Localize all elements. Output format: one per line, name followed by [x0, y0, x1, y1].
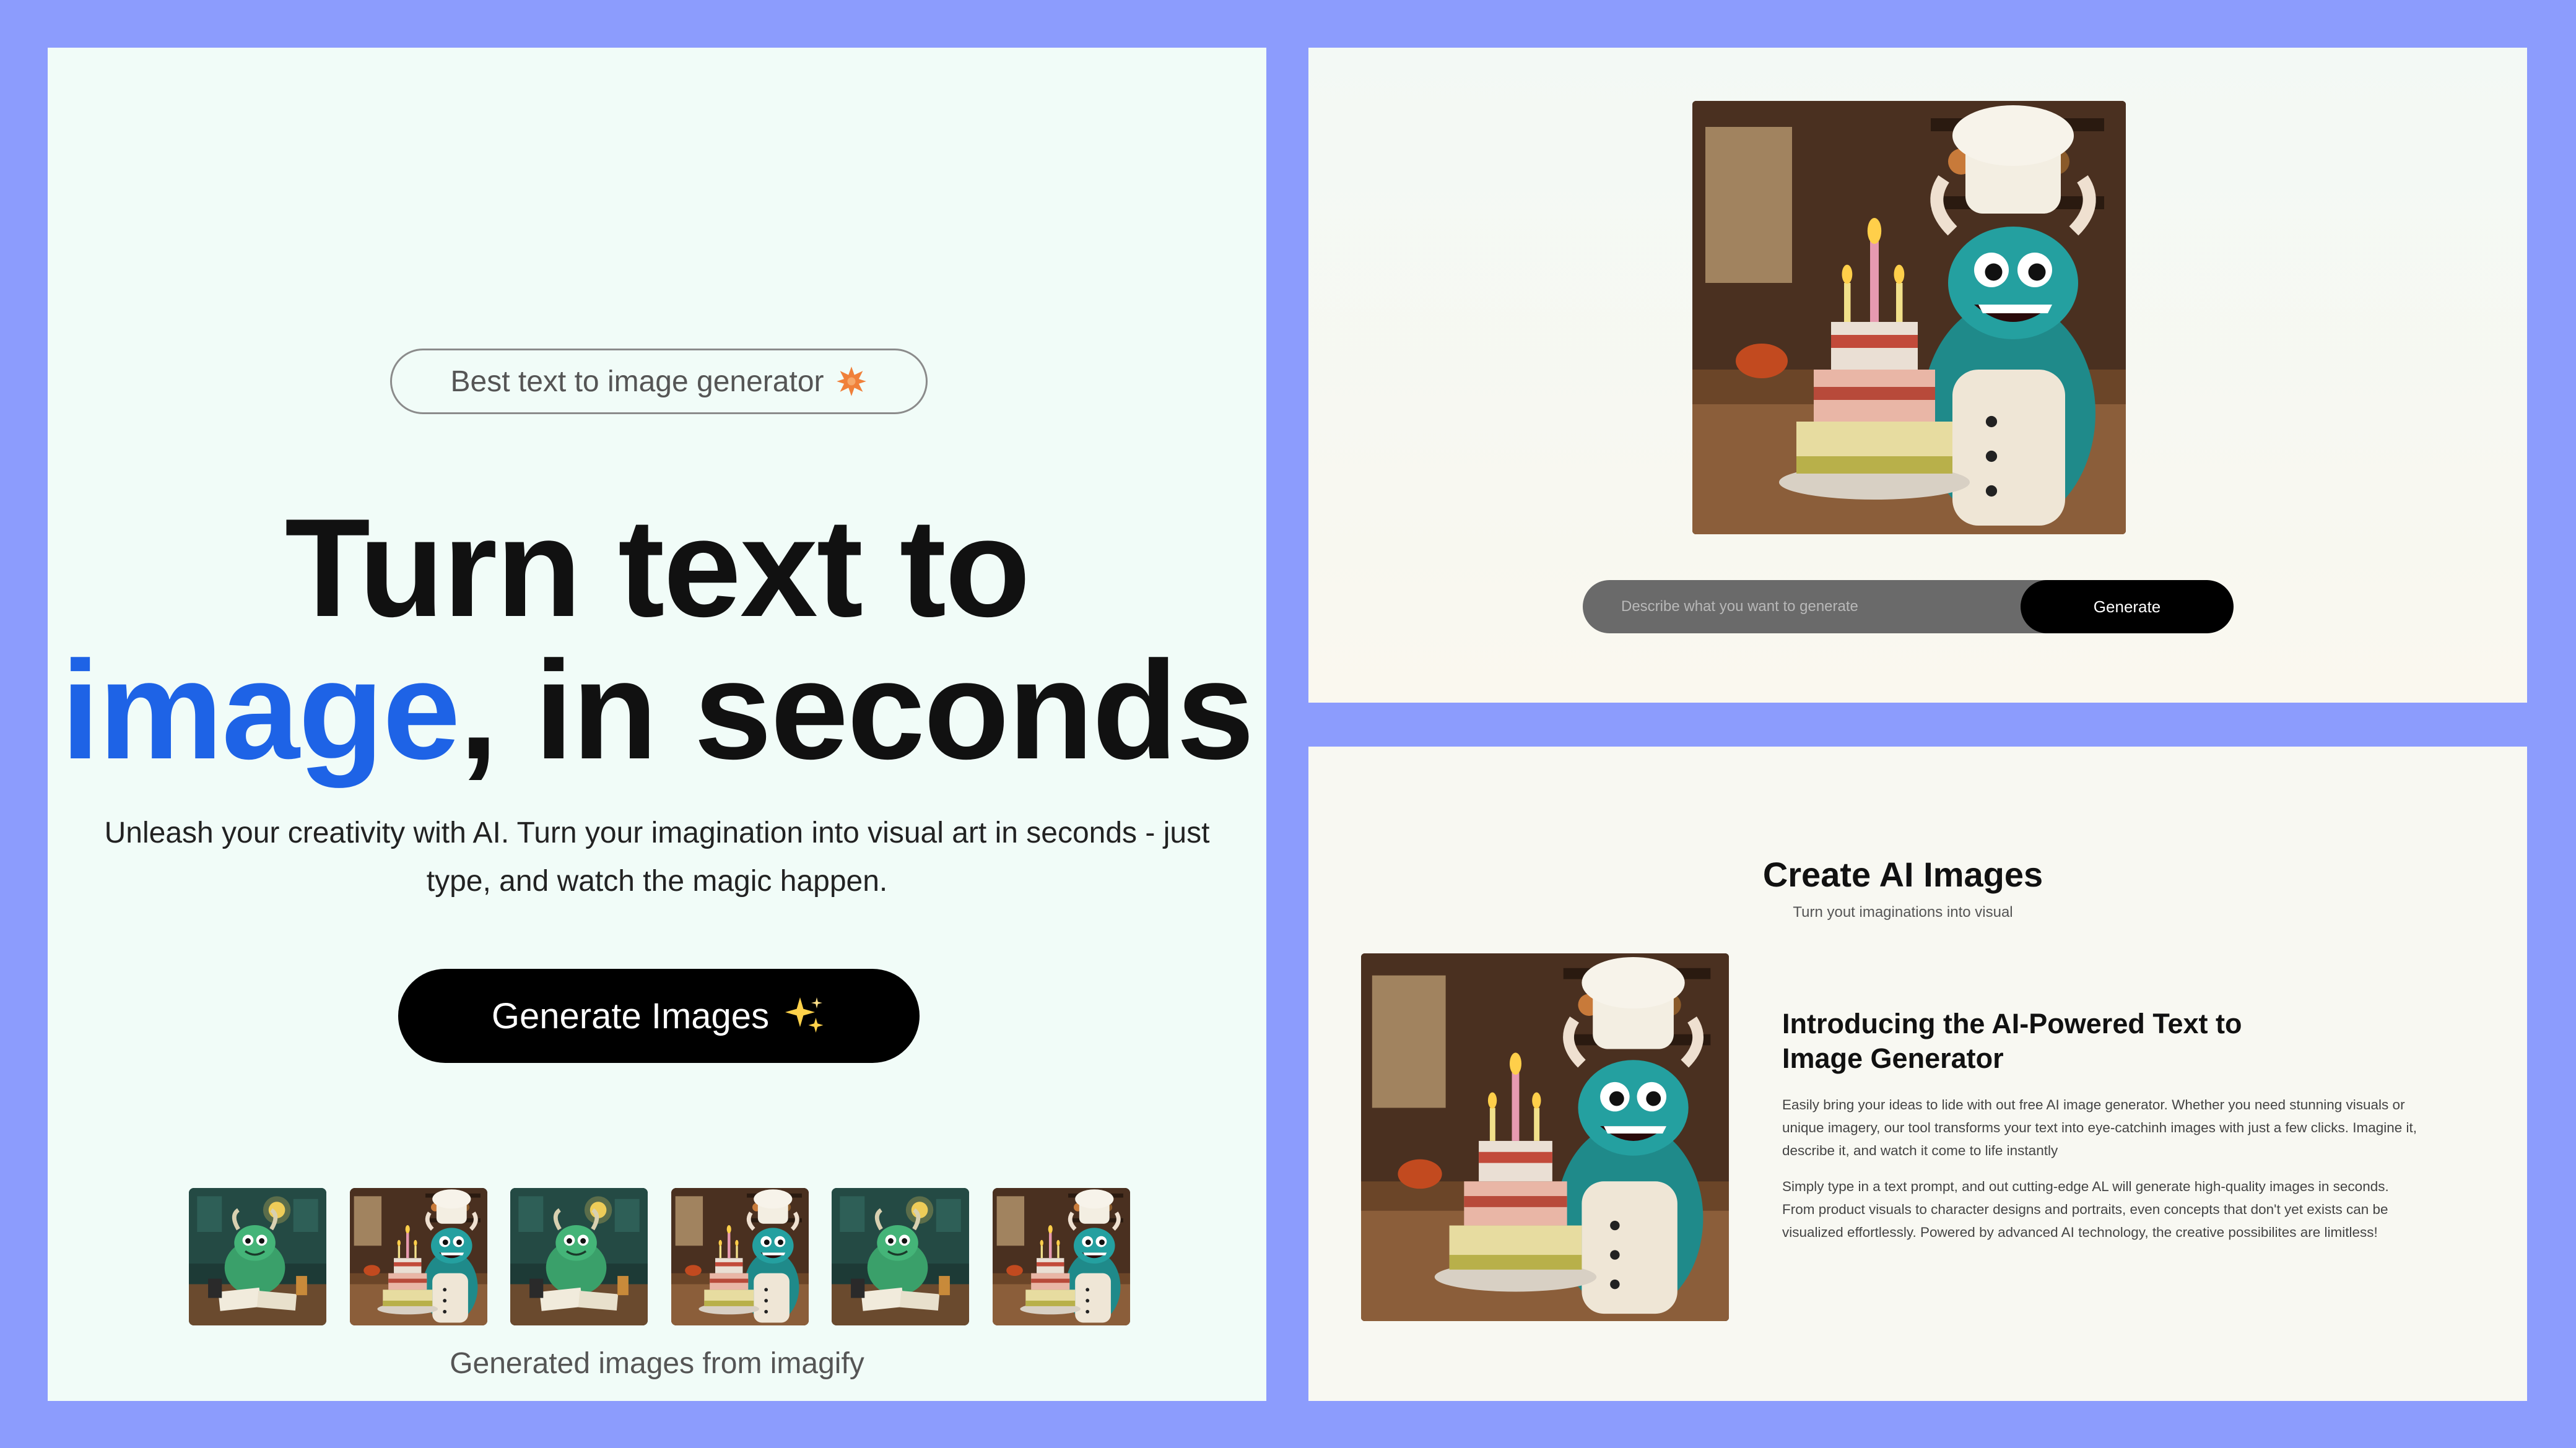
generator-panel: Generate: [1308, 48, 2527, 703]
prompt-input[interactable]: [1583, 580, 2021, 633]
hero-headline-accent: image: [61, 631, 460, 788]
hero-badge: Best text to image generator: [390, 349, 928, 414]
prompt-bar: Generate: [1583, 580, 2234, 633]
hero-subtitle: Unleash your creativity with AI. Turn yo…: [104, 817, 1210, 898]
hero-badge-label: Best text to image generator: [450, 365, 824, 398]
sparkles-icon: [781, 994, 826, 1038]
generated-image: [1692, 101, 2126, 534]
about-paragraph: Simply type in a text prompt, and out cu…: [1782, 1179, 2389, 1240]
hero-headline-line1: Turn text to: [284, 489, 1030, 646]
about-heading: Introducing the AI-Powered Text to Image…: [1782, 1008, 2242, 1074]
sample-thumbnail[interactable]: [993, 1188, 1130, 1325]
about-paragraph: Easily bring your ideas to lide with out…: [1782, 1097, 2417, 1158]
generate-button[interactable]: Generate: [2021, 580, 2234, 633]
sample-thumbnail[interactable]: [510, 1188, 648, 1325]
sample-thumbnail[interactable]: [671, 1188, 809, 1325]
hero-headline-line2: image, in seconds: [48, 640, 1266, 780]
sample-thumbnail[interactable]: [350, 1188, 487, 1325]
generate-images-button-label: Generate Images: [491, 995, 770, 1036]
sample-thumbnail[interactable]: [832, 1188, 969, 1325]
sample-thumbnails: [189, 1188, 1130, 1325]
hero-headline-rest: , in seconds: [459, 631, 1255, 788]
hero-panel: Best text to image generator Turn text t…: [48, 48, 1266, 1401]
star-burst-icon: [835, 365, 868, 397]
sample-thumbnail[interactable]: [189, 1188, 326, 1325]
generate-images-button[interactable]: Generate Images: [398, 969, 920, 1063]
about-subtitle: Turn yout imaginations into visual: [1793, 904, 2013, 921]
about-title: Create AI Images: [1762, 855, 2043, 894]
about-image: [1361, 953, 1729, 1321]
about-panel: Create AI Images Turn yout imaginations …: [1308, 747, 2527, 1401]
thumbnails-caption: Generated images from imagify: [450, 1347, 864, 1380]
